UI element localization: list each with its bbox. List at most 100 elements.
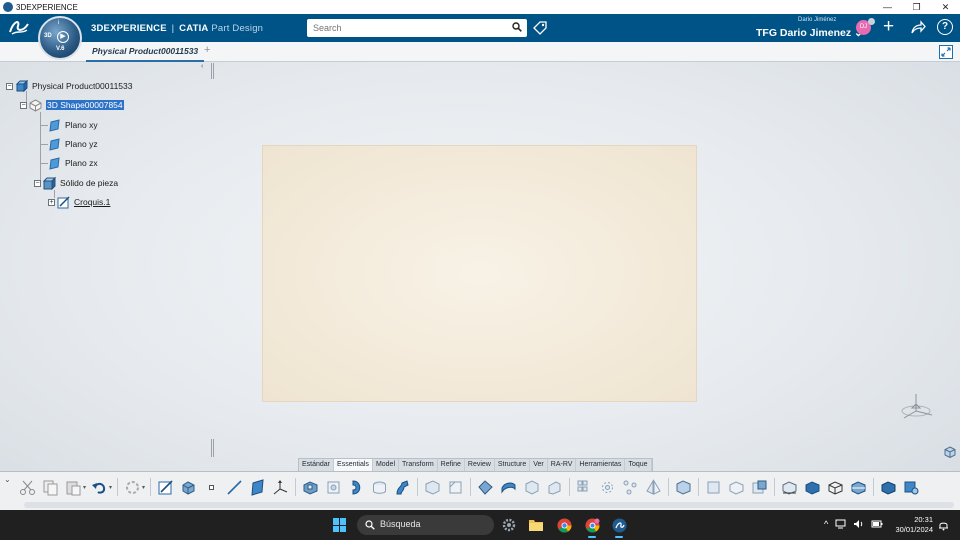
- view-cube-icon[interactable]: [944, 446, 956, 458]
- settings-app-icon[interactable]: [499, 515, 519, 535]
- tab-essentials[interactable]: Essentials: [334, 459, 373, 471]
- tab-structure[interactable]: Structure: [495, 459, 531, 471]
- tab-ver[interactable]: Ver: [530, 459, 548, 471]
- windows-start-icon[interactable]: [333, 518, 347, 532]
- tab-transform[interactable]: Transform: [399, 459, 438, 471]
- 3dexperience-taskbar-icon[interactable]: [609, 515, 629, 538]
- tree-node-plano-xy[interactable]: Plano xy: [48, 117, 98, 133]
- restore-button[interactable]: ❐: [902, 0, 931, 14]
- tree-node-plano-yz[interactable]: Plano yz: [48, 136, 98, 152]
- thread-icon[interactable]: [543, 476, 565, 498]
- pocket-icon[interactable]: [299, 476, 321, 498]
- tree-toggle[interactable]: +: [48, 198, 55, 206]
- draft-icon[interactable]: [474, 476, 496, 498]
- update-dropdown-icon[interactable]: ▾: [142, 484, 145, 491]
- rib-icon[interactable]: [391, 476, 413, 498]
- solid-icon[interactable]: [877, 476, 899, 498]
- mirror-icon[interactable]: [642, 476, 664, 498]
- tree-node-solido-de-pieza[interactable]: − Sólido de pieza: [34, 175, 118, 191]
- tree-node-physical-product[interactable]: − Physical Product00011533: [6, 78, 133, 94]
- taskbar-search[interactable]: Búsqueda: [357, 515, 494, 535]
- fillet-icon[interactable]: [421, 476, 443, 498]
- dassault-logo[interactable]: [8, 18, 30, 40]
- action-bar-scrollbar[interactable]: [24, 502, 954, 508]
- plane-tool-icon[interactable]: [246, 476, 268, 498]
- fullscreen-toggle-icon[interactable]: [939, 45, 953, 59]
- close-button[interactable]: ✕: [931, 0, 960, 14]
- chrome-profile-icon[interactable]: [582, 515, 602, 538]
- chamfer-icon[interactable]: [444, 476, 466, 498]
- hole-icon[interactable]: [322, 476, 344, 498]
- tab-physical-product[interactable]: Physical Product00011533: [86, 42, 205, 62]
- add-body-icon[interactable]: [702, 476, 724, 498]
- clock[interactable]: 20:31 30/01/2024: [890, 515, 933, 535]
- chrome-icon[interactable]: [554, 515, 574, 535]
- search-box[interactable]: [307, 19, 527, 37]
- measure-icon[interactable]: [778, 476, 800, 498]
- tree-toggle[interactable]: −: [6, 82, 13, 90]
- tree-node-3d-shape[interactable]: − 3D Shape00007854: [20, 97, 124, 113]
- tab-toque[interactable]: Toque: [625, 459, 652, 471]
- point-icon[interactable]: [200, 476, 222, 498]
- compass-widget[interactable]: i 3D ▶ V.6: [38, 16, 82, 60]
- tree-toggle[interactable]: −: [20, 101, 27, 109]
- action-bar-expand[interactable]: ⌄: [4, 475, 11, 484]
- add-icon[interactable]: +: [883, 17, 894, 37]
- groove-icon[interactable]: [368, 476, 390, 498]
- minimize-button[interactable]: —: [873, 0, 902, 14]
- smart-cube-icon[interactable]: [900, 476, 922, 498]
- search-input[interactable]: [307, 19, 497, 37]
- tab-ra-rv[interactable]: RA-RV: [548, 459, 577, 471]
- pad-icon[interactable]: [177, 476, 199, 498]
- apply-material-icon[interactable]: [801, 476, 823, 498]
- paste-dropdown-icon[interactable]: ▾: [83, 484, 86, 491]
- undo-icon[interactable]: [88, 476, 110, 498]
- undo-dropdown-icon[interactable]: ▾: [109, 484, 112, 491]
- view-mode-icon[interactable]: [824, 476, 846, 498]
- thickness-icon[interactable]: [520, 476, 542, 498]
- pattern-icon[interactable]: [573, 476, 595, 498]
- help-icon[interactable]: ?: [937, 19, 953, 35]
- boolean-icon[interactable]: [672, 476, 694, 498]
- sketch-tool-icon[interactable]: [154, 476, 176, 498]
- file-explorer-icon[interactable]: [526, 515, 546, 535]
- tray-overflow-icon[interactable]: ^: [824, 519, 828, 529]
- tree-resize-handle-bottom[interactable]: [211, 439, 214, 457]
- avatar[interactable]: DJ: [856, 18, 875, 35]
- notification-bell-icon[interactable]: [938, 520, 949, 531]
- tab-estandar[interactable]: Estándar: [299, 459, 335, 471]
- tab-refine[interactable]: Refine: [438, 459, 465, 471]
- display-icon[interactable]: [835, 519, 846, 529]
- tree-node-croquis[interactable]: + Croquis.1: [48, 194, 110, 210]
- tab-model[interactable]: Model: [373, 459, 400, 471]
- tag-icon[interactable]: [533, 21, 547, 35]
- paste-icon[interactable]: [62, 476, 84, 498]
- view-axes-icon[interactable]: [900, 391, 936, 421]
- tree-resize-handle[interactable]: [211, 63, 214, 79]
- assemble-icon[interactable]: [725, 476, 747, 498]
- line-icon[interactable]: [223, 476, 245, 498]
- search-icon[interactable]: [512, 22, 522, 32]
- tab-herramientas[interactable]: Herramientas: [576, 459, 626, 471]
- share-icon[interactable]: [910, 19, 926, 35]
- 3d-viewport[interactable]: ‹ − Physical Product00011533 − 3D Shape0…: [0, 62, 960, 510]
- user-pattern-icon[interactable]: [619, 476, 641, 498]
- update-icon[interactable]: [121, 476, 143, 498]
- tree-node-plano-zx[interactable]: Plano zx: [48, 155, 98, 171]
- battery-icon[interactable]: [871, 519, 883, 529]
- tab-review[interactable]: Review: [465, 459, 495, 471]
- add-tab-button[interactable]: +: [204, 44, 210, 56]
- shell-icon[interactable]: [497, 476, 519, 498]
- axis-system-icon[interactable]: [269, 476, 291, 498]
- remove-icon[interactable]: [748, 476, 770, 498]
- cut-icon[interactable]: [16, 476, 38, 498]
- circular-pattern-icon[interactable]: [596, 476, 618, 498]
- play-icon[interactable]: ▶: [57, 31, 69, 43]
- shaft-icon[interactable]: [345, 476, 367, 498]
- copy-icon[interactable]: [39, 476, 61, 498]
- user-menu[interactable]: TFG Dario Jimenez ⌄: [756, 27, 863, 39]
- tree-toggle[interactable]: −: [34, 179, 41, 187]
- section-icon[interactable]: [847, 476, 869, 498]
- tree-collapse-button[interactable]: ‹: [201, 63, 203, 70]
- speaker-icon[interactable]: [853, 519, 864, 529]
